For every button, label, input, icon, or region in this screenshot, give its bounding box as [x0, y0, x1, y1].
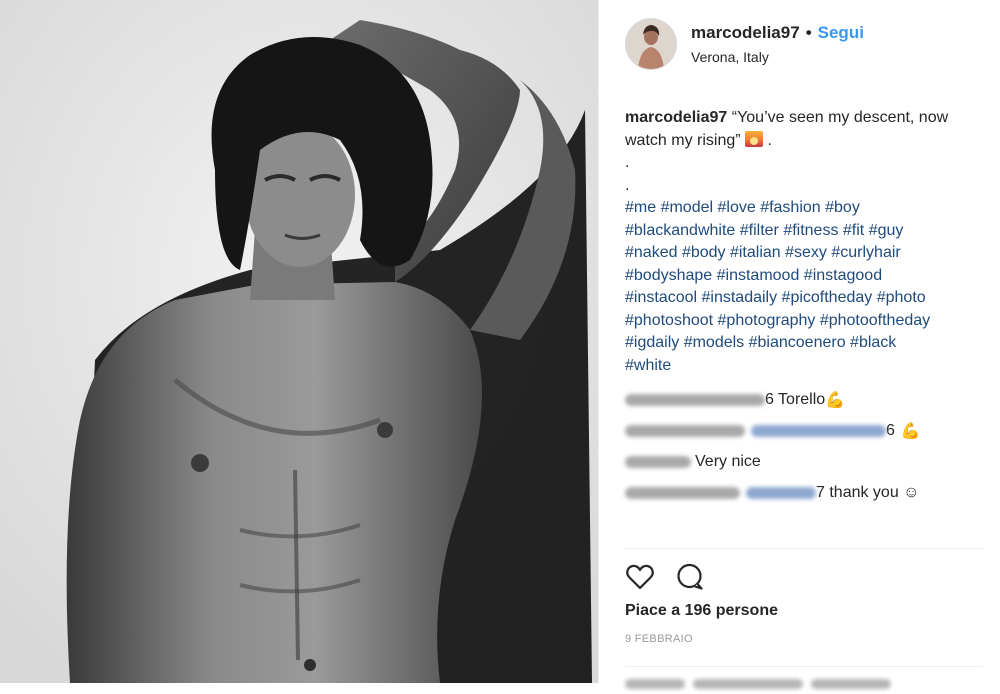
- hashtag-line[interactable]: #photoshoot #photography #photooftheday: [625, 310, 987, 333]
- sunset-emoji: [745, 130, 764, 147]
- like-button[interactable]: [625, 562, 655, 592]
- comment-text: 7 thank you ☺: [816, 483, 920, 501]
- blurred-username: [625, 486, 740, 499]
- hashtag-block: #me #model #love #fashion #boy #blackand…: [625, 197, 987, 377]
- comment-item: 6 Torello 💪: [625, 384, 987, 415]
- divider: [625, 666, 983, 667]
- post-details-panel: marcodelia97 • Segui Verona, Italy marco…: [598, 0, 1000, 689]
- hashtag-line[interactable]: #me #model #love #fashion #boy: [625, 197, 987, 220]
- flexed-biceps-emoji: 💪: [825, 391, 846, 409]
- separator-dot: •: [805, 23, 812, 42]
- post-caption: marcodelia97 “You’ve seen my descent, no…: [625, 107, 987, 377]
- heart-icon: [626, 564, 654, 590]
- comment-bubble-icon: [677, 563, 703, 590]
- comment-button[interactable]: [675, 562, 705, 592]
- comment-text: 6: [886, 421, 895, 439]
- comment-item: 6 💪: [625, 415, 987, 446]
- caption-tail: .: [763, 131, 772, 149]
- divider: [625, 548, 983, 549]
- hashtag-line[interactable]: #igdaily #models #biancoenero #black: [625, 332, 987, 355]
- blurred-mention: [751, 424, 886, 437]
- blurred-username: [625, 455, 691, 468]
- blurred-mention: [746, 486, 816, 499]
- hashtag-line[interactable]: #instacool #instadaily #picoftheday #pho…: [625, 287, 987, 310]
- add-comment-area[interactable]: [625, 676, 925, 689]
- caption-dot: .: [625, 176, 630, 194]
- hashtag-line[interactable]: #naked #body #italian #sexy #curlyhair: [625, 242, 987, 265]
- blurred-username: [625, 424, 745, 437]
- location-link[interactable]: Verona, Italy: [691, 49, 864, 65]
- caption-dot: .: [625, 154, 630, 171]
- comment-list: 6 Torello 💪 6 💪 Very nice 7 thank you ☺: [625, 384, 987, 508]
- hashtag-line[interactable]: #white: [625, 355, 987, 378]
- username-link[interactable]: marcodelia97: [691, 23, 800, 43]
- likes-count[interactable]: Piace a 196 persone: [625, 602, 778, 620]
- action-bar: [625, 562, 725, 592]
- avatar[interactable]: [625, 18, 677, 70]
- hashtag-line[interactable]: #blackandwhite #filter #fitness #fit #gu…: [625, 220, 987, 243]
- flexed-biceps-emoji: 💪: [900, 422, 921, 440]
- caption-username[interactable]: marcodelia97: [625, 109, 727, 126]
- shirtless-model-photo: [0, 0, 598, 683]
- blurred-username: [625, 393, 765, 406]
- comment-text: Very nice: [695, 452, 761, 470]
- follow-button[interactable]: Segui: [818, 23, 864, 43]
- post-header: marcodelia97 • Segui Verona, Italy: [625, 16, 864, 72]
- comment-item: 7 thank you ☺: [625, 477, 987, 508]
- comment-text: 6 Torello: [765, 390, 826, 408]
- post-photo[interactable]: [0, 0, 598, 683]
- post-date[interactable]: 9 FEBBRAIO: [625, 633, 693, 645]
- comment-item: Very nice: [625, 446, 987, 477]
- hashtag-line[interactable]: #bodyshape #instamood #instagood: [625, 265, 987, 288]
